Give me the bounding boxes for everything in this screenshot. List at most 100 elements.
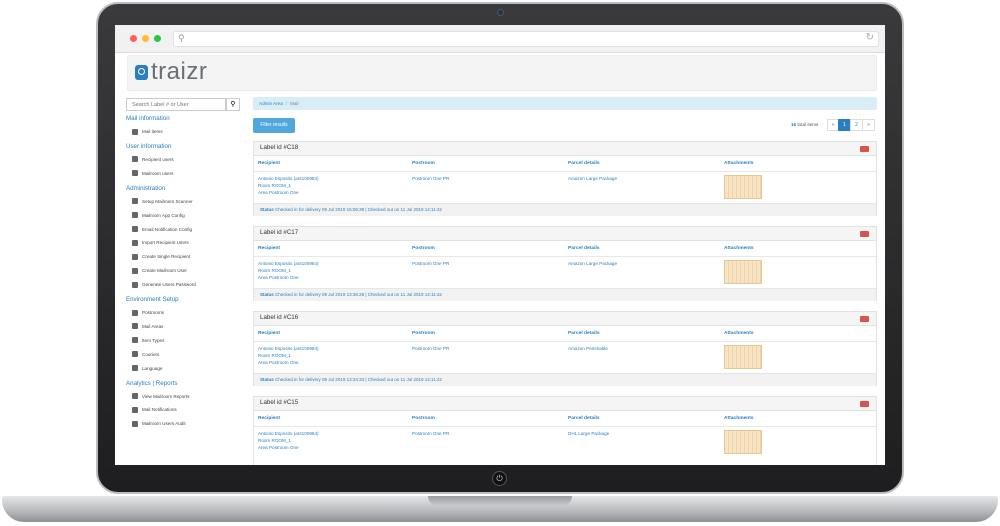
sidebar-item[interactable]: Create Mailroom User <box>132 266 187 275</box>
sidebar-section-title: Administration <box>126 184 166 192</box>
sidebar-item-label: Mailroom users <box>142 170 174 176</box>
print-icon[interactable] <box>860 146 869 152</box>
status-bar: Status Checked in for delivery 09 Jul 20… <box>254 373 876 386</box>
parcel-details-cell: Amazon Large Package <box>568 261 618 266</box>
sidebar-item[interactable]: View Mailroom Reports <box>132 392 189 401</box>
attachment-thumbnail[interactable] <box>724 260 762 284</box>
sidebar-item[interactable]: Setup Mailroom Scanner <box>132 197 193 206</box>
recipient-name-link[interactable]: Antonio Esposito (ant100984) <box>258 430 319 437</box>
user-icon <box>132 420 138 427</box>
status-label: Status <box>260 292 274 297</box>
column-header-postroom: Postroom <box>412 331 435 336</box>
sidebar-section-title: Analytics | Reports <box>126 379 178 387</box>
sidebar-item[interactable]: Mailroom users <box>132 169 173 178</box>
card-header: Label id #C16 <box>254 312 876 326</box>
recipient-cell: Antonio Esposito (ant100984) Room ROOM_1 A… <box>258 175 319 196</box>
recipient-cell: Antonio Esposito (ant100984) Room ROOM_1 A… <box>258 260 319 281</box>
status-text: Checked in for delivery 09 Jul 2019 15:0… <box>275 207 442 212</box>
attachment-thumbnail[interactable] <box>724 175 762 199</box>
screen: ⚲ ↻ traizr ⚲ Mail information Mail items U… <box>115 25 885 465</box>
mail-item-card: Label id #C15 Recipient Postroom Parcel det… <box>253 396 877 465</box>
sidebar-item[interactable]: Postrooms <box>132 308 164 317</box>
sidebar-item[interactable]: Email Notification Config <box>132 225 192 234</box>
reload-icon[interactable]: ↻ <box>866 32 874 43</box>
attachment-thumbnail[interactable] <box>724 430 762 454</box>
sidebar-item[interactable]: Create Single Recipient <box>132 252 190 261</box>
close-window-button[interactable] <box>130 35 137 42</box>
print-icon[interactable] <box>860 316 869 322</box>
chat-icon <box>132 406 138 413</box>
address-bar[interactable]: ⚲ ↻ <box>173 31 879 47</box>
laptop-notch <box>428 496 572 506</box>
search-button[interactable]: ⚲ <box>226 98 240 111</box>
sidebar-item[interactable]: Mail Notifications <box>132 405 177 414</box>
label-id-title: Label id #C16 <box>260 314 299 321</box>
sidebar-item[interactable]: Recipient users <box>132 155 174 164</box>
recipient-name-link[interactable]: Antonio Esposito (ant100984) <box>258 175 319 182</box>
phone-icon <box>132 212 138 219</box>
status-label: Status <box>260 377 274 382</box>
column-header-parcel: Parcel details <box>568 331 600 336</box>
search-icon: ⚲ <box>230 101 236 108</box>
maximize-window-button[interactable] <box>154 35 161 42</box>
sidebar-item[interactable]: Mailroom App Config <box>132 211 185 220</box>
recipient-area: Area Postroom One <box>258 190 299 195</box>
divider <box>254 341 876 342</box>
postroom-cell: Postroom One PR <box>412 431 450 436</box>
recipient-room: Room ROOM_1 <box>258 353 291 358</box>
sidebar-item[interactable]: Item Types <box>132 336 164 345</box>
column-header-recipient: Recipient <box>258 416 281 421</box>
print-icon[interactable] <box>860 231 869 237</box>
sidebar-item-label: Mail Notifications <box>142 407 177 413</box>
column-header-recipient: Recipient <box>258 246 281 251</box>
postroom-cell: Postroom One PR <box>412 346 450 351</box>
search-icon: ⚲ <box>178 33 185 43</box>
sidebar-item-label: Email Notification Config <box>142 226 193 232</box>
breadcrumb-separator: / <box>285 101 288 106</box>
print-icon[interactable] <box>860 401 869 407</box>
sidebar-item[interactable]: Mail Areas <box>132 322 163 331</box>
camera-icon <box>497 9 504 16</box>
sidebar-item[interactable]: Mail items <box>132 127 163 136</box>
list-icon <box>132 337 138 344</box>
column-header-attachments: Attachments <box>724 331 754 336</box>
card-header: Label id #C17 <box>254 227 876 241</box>
card-header: Label id #C18 <box>254 142 876 156</box>
recipient-cell: Antonio Esposito (ant100984) Room ROOM_1 A… <box>258 430 319 451</box>
divider <box>254 426 876 427</box>
search-input[interactable] <box>126 98 226 111</box>
sidebar-item[interactable]: Couriers <box>132 350 159 359</box>
recipient-name-link[interactable]: Antonio Esposito (ant100984) <box>258 345 319 352</box>
postroom-cell: Postroom One PR <box>412 261 450 266</box>
column-header-postroom: Postroom <box>412 246 435 251</box>
sidebar-section-title: Mail information <box>126 115 170 122</box>
app-logo[interactable]: traizr <box>151 58 207 86</box>
sidebar-item-label: Import Recipient Users <box>142 240 189 246</box>
sidebar-item[interactable]: Language <box>132 364 162 373</box>
parcel-details-cell: Amazon Large Package <box>568 176 618 181</box>
sidebar-item[interactable]: Generate Users Password <box>132 280 196 289</box>
filter-results-button[interactable]: Filter results <box>253 118 295 133</box>
minimize-window-button[interactable] <box>142 35 149 42</box>
recipient-cell: Antonio Esposito (ant100984) Room ROOM_1 A… <box>258 345 319 366</box>
status-bar: Status Checked in for delivery 09 Jul 20… <box>254 203 876 216</box>
recipient-name-link[interactable]: Antonio Esposito (ant100984) <box>258 260 319 267</box>
parcel-details-cell: DHL Large Package <box>568 431 610 436</box>
parcel-details-cell: Amazon Perishable <box>568 346 608 351</box>
recipient-room: Room ROOM_1 <box>258 183 291 188</box>
total-suffix: total items <box>797 122 819 127</box>
sidebar-item-label: Setup Mailroom Scanner <box>142 198 193 204</box>
user-icon <box>132 267 138 274</box>
label-id-title: Label id #C17 <box>260 229 299 236</box>
pagination-next[interactable]: » <box>862 119 875 131</box>
map-icon <box>132 323 138 330</box>
mail-item-card: Label id #C18 Recipient Postroom Parcel det… <box>253 141 877 216</box>
column-header-postroom: Postroom <box>412 416 435 421</box>
breadcrumb: Admin Area / Mail <box>253 97 877 110</box>
attachment-thumbnail[interactable] <box>724 345 762 369</box>
sidebar-item[interactable]: Mailroom Users Audit <box>132 419 186 428</box>
breadcrumb-admin-area[interactable]: Admin Area <box>259 101 283 106</box>
mail-item-card: Label id #C16 Recipient Postroom Parcel det… <box>253 311 877 386</box>
home-icon <box>132 128 138 135</box>
sidebar-item[interactable]: Import Recipient Users <box>132 238 189 247</box>
